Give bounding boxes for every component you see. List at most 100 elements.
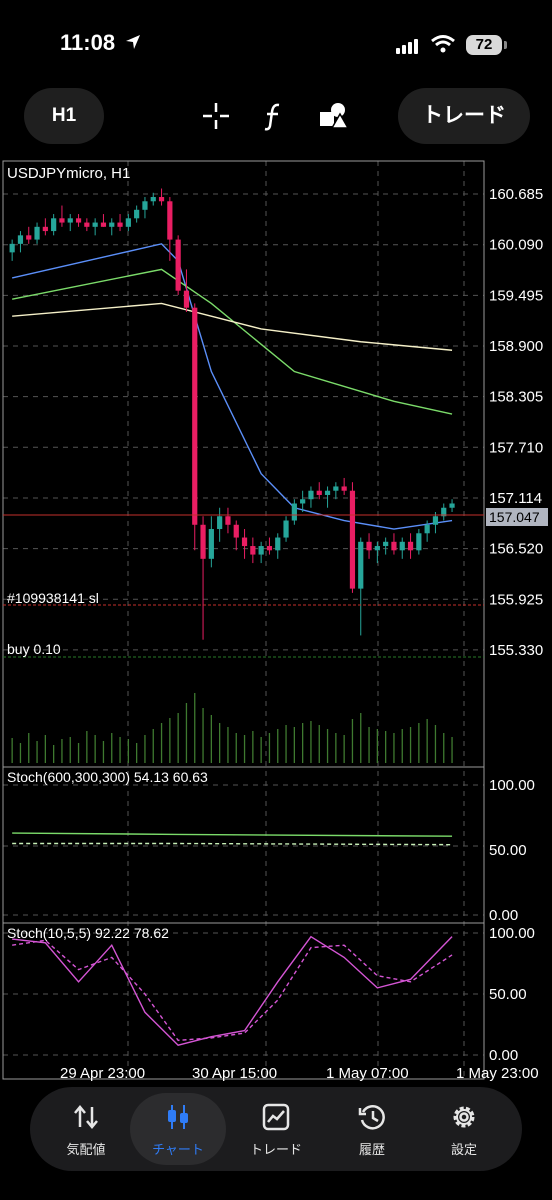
candle-body (92, 222, 98, 227)
time-axis-label: 1 May 07:00 (326, 1065, 409, 1082)
nav-label: 設定 (450, 1143, 477, 1158)
stoch-tick-label: 0.00 (489, 1047, 518, 1064)
price-tick-label: 158.305 (489, 389, 543, 406)
time-axis-label: 29 Apr 23:00 (60, 1065, 145, 1082)
candle-body (391, 541, 397, 551)
stoch-tick-label: 0.00 (489, 907, 518, 924)
candle-body (183, 290, 190, 308)
candle-body (349, 490, 356, 589)
indicators-icon[interactable] (258, 100, 290, 132)
symbol-label: USDJPYmicro, H1 (7, 165, 130, 182)
objects-icon[interactable] (318, 100, 350, 132)
candle-body (34, 226, 40, 240)
nav-label: チャート (152, 1143, 204, 1158)
stoch1-main-line (12, 832, 453, 837)
battery-level: 72 (466, 35, 502, 55)
candle-body (134, 209, 140, 219)
stoch-tick-label: 50.00 (489, 986, 527, 1003)
candle-body (26, 235, 32, 240)
candle-body (75, 218, 82, 223)
price-tick-label: 160.685 (489, 186, 543, 203)
candle-body (51, 218, 57, 232)
stoch-tick-label: 100.00 (489, 925, 535, 942)
trade-button[interactable]: トレード (398, 88, 530, 144)
candle-body (291, 503, 297, 521)
nav-item-trade[interactable]: トレード (228, 1093, 324, 1165)
price-tick-label: 158.900 (489, 338, 543, 355)
candle-body (67, 218, 73, 223)
price-chart[interactable]: USDJPYmicro, H1 #109938141 sl buy 0.10 1… (0, 158, 552, 1086)
candle-body (208, 529, 214, 559)
current-price-tag: 157.047 (489, 509, 540, 525)
candle-body (283, 520, 289, 538)
moving-average-line (12, 268, 453, 415)
candle-body (407, 541, 414, 551)
nav-label: 気配値 (66, 1143, 106, 1158)
status-bar: 11:08 72 (0, 0, 552, 90)
arrows-updown-icon (74, 1105, 98, 1129)
bottom-nav: 気配値 チャート トレード 履歴 設定 (30, 1087, 522, 1171)
candle-body (167, 201, 173, 240)
nav-item-settings[interactable]: 設定 (416, 1093, 512, 1165)
sl-order-label: #109938141 sl (7, 590, 99, 606)
stoch-tick-label: 50.00 (489, 842, 527, 859)
chart-toolbar: H1 トレード (0, 86, 552, 146)
battery-icon (504, 41, 507, 49)
trade-chart-icon (262, 1103, 290, 1131)
candle-body (341, 486, 347, 491)
price-tick-label: 155.330 (489, 642, 543, 659)
nav-label: 履歴 (358, 1143, 385, 1158)
candle-body (374, 546, 380, 551)
nav-label: トレード (249, 1143, 302, 1158)
crosshair-icon[interactable] (200, 100, 232, 132)
candle-body (333, 486, 339, 491)
cellular-signal-icon (396, 39, 418, 54)
candle-body (125, 218, 131, 227)
candle-body (324, 490, 331, 495)
candle-body (416, 533, 422, 551)
nav-item-history[interactable]: 履歴 (324, 1093, 420, 1165)
candle-body (84, 222, 90, 227)
candle-body (358, 541, 364, 589)
price-tick-label: 160.090 (489, 237, 543, 254)
gear-icon (453, 1106, 475, 1128)
stoch1-signal-line (12, 842, 453, 846)
candle-body (225, 516, 231, 525)
stoch2-main-line (12, 935, 453, 1047)
time-axis-label: 30 Apr 15:00 (192, 1065, 277, 1082)
candle-body (366, 541, 372, 551)
history-icon (358, 1105, 385, 1130)
moving-average-line (12, 302, 453, 351)
stoch1-label: Stoch(600,300,300) 54.13 60.63 (7, 769, 208, 785)
stoch2-signal-line (12, 939, 453, 1042)
candle-body (432, 516, 439, 525)
candle-body (233, 524, 239, 538)
candle-body (250, 546, 256, 555)
location-arrow-icon (126, 35, 140, 49)
candle-body (399, 541, 405, 551)
nav-item-quotes[interactable]: 気配値 (38, 1093, 134, 1165)
candle-body (175, 239, 181, 291)
candle-body (9, 243, 15, 253)
candle-body (316, 490, 322, 495)
candle-body (150, 197, 156, 202)
buy-order-label: buy 0.10 (7, 641, 61, 657)
timeframe-button[interactable]: H1 (24, 88, 104, 144)
candle-body (275, 537, 281, 551)
candle-body (241, 537, 248, 547)
candle-body (17, 235, 24, 244)
status-time: 11:08 (60, 30, 116, 55)
candle-body (142, 201, 148, 210)
candle-body (200, 524, 206, 559)
price-tick-label: 157.710 (489, 439, 543, 456)
time-axis-label: 1 May 23:00 (456, 1065, 539, 1082)
candle-body (158, 197, 165, 202)
candles-icon (168, 1105, 188, 1129)
nav-item-chart[interactable]: チャート (130, 1093, 226, 1165)
candle-body (109, 222, 115, 227)
wifi-icon (431, 35, 455, 53)
price-tick-label: 156.520 (489, 541, 543, 558)
candle-body (59, 218, 65, 223)
candle-body (192, 307, 198, 525)
candle-body (217, 516, 223, 530)
